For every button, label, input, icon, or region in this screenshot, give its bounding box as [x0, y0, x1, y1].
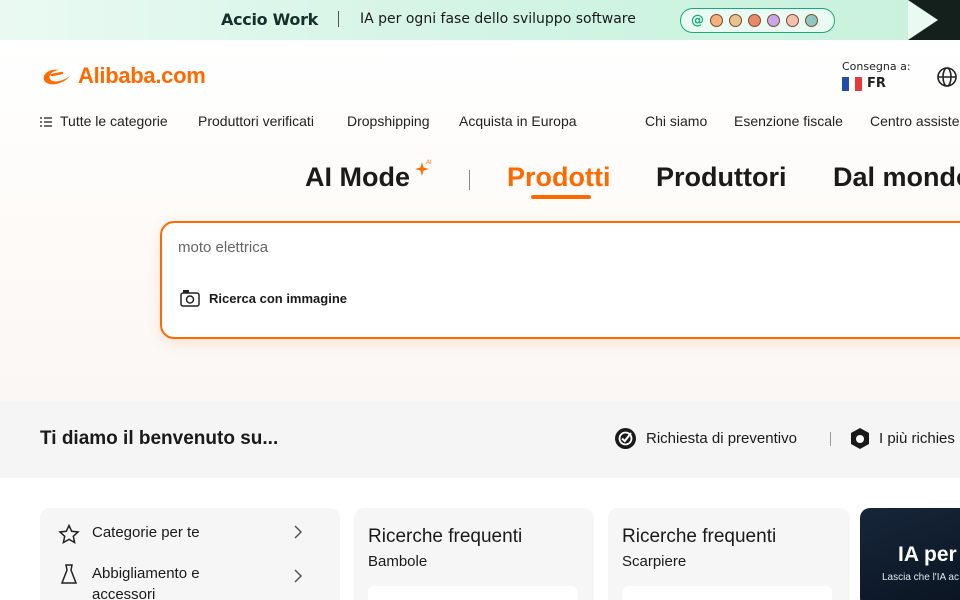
doll-image — [368, 586, 578, 600]
most-requested-link[interactable]: I più richies — [850, 427, 955, 450]
nav-all-categories[interactable]: Tutte le categorie — [60, 113, 168, 129]
avatar-icon — [729, 14, 742, 27]
tab-worldwide[interactable]: Dal mondo — [833, 162, 960, 193]
search-box[interactable]: Ricerca con immagine — [160, 221, 960, 339]
country-code: FR — [867, 76, 886, 91]
category-clothing-label: Abbigliamento e accessori — [92, 563, 200, 600]
category-clothing-line2: accessori — [92, 586, 156, 600]
tab-ai-mode[interactable]: AI Mode — [305, 162, 410, 193]
promo-avatar-pill[interactable]: @ — [680, 8, 835, 33]
ai-promo-card[interactable]: IA per Lascia che l'IA ac — [860, 508, 960, 600]
target-check-icon — [615, 428, 636, 449]
frequent-searches-card[interactable]: Ricerche frequenti Scarpiere — [608, 508, 850, 600]
nav-help-center[interactable]: Centro assiste — [870, 113, 959, 129]
ai-card-subtitle: Lascia che l'IA ac — [882, 572, 959, 583]
ai-card-title: IA per — [898, 543, 957, 566]
promo-text: IA per ogni fase dello sviluppo software — [360, 11, 636, 27]
image-search-label: Ricerca con immagine — [209, 290, 347, 306]
camera-icon — [180, 290, 200, 307]
frequent-searches-subtitle: Bambole — [368, 553, 428, 570]
dress-icon — [60, 564, 78, 584]
alibaba-logo-icon — [43, 69, 70, 85]
chevron-right-icon — [908, 0, 938, 40]
category-for-you[interactable]: Categorie per te — [58, 524, 303, 544]
image-search-button[interactable]: Ricerca con immagine — [180, 289, 347, 307]
tab-divider — [469, 170, 470, 190]
avatar-icon — [767, 14, 780, 27]
nav-dropshipping[interactable]: Dropshipping — [347, 113, 430, 129]
star-icon — [58, 524, 80, 544]
avatar-icon — [786, 14, 799, 27]
avatar-icon — [748, 14, 761, 27]
frequent-searches-title: Ricerche frequenti — [368, 526, 523, 547]
nav-tax-exemption[interactable]: Esenzione fiscale — [734, 113, 843, 129]
active-tab-underline — [531, 195, 591, 199]
medal-icon — [851, 428, 869, 449]
quote-request-label: Richiesta di preventivo — [646, 430, 797, 447]
deliver-country-selector[interactable]: FR — [842, 76, 886, 91]
globe-icon[interactable] — [936, 66, 958, 88]
promo-arrow-button[interactable] — [908, 0, 960, 40]
category-clothing[interactable]: Abbigliamento e accessori — [58, 563, 303, 600]
deliver-to-label: Consegna a: — [842, 60, 911, 73]
ai-badge: AI — [426, 160, 432, 166]
frequent-searches-title: Ricerche frequenti — [622, 526, 777, 547]
nav-verified-manufacturers[interactable]: Produttori verificati — [198, 113, 314, 129]
quote-request-link[interactable]: Richiesta di preventivo — [614, 427, 797, 450]
nav-about-us[interactable]: Chi siamo — [645, 113, 707, 129]
at-icon: @ — [691, 13, 704, 28]
search-input[interactable] — [178, 239, 778, 256]
tab-manufacturers[interactable]: Produttori — [656, 162, 786, 193]
chevron-right-icon — [294, 525, 303, 539]
search-mode-tabs: AI Mode AI Prodotti Produttori Dal mondo — [0, 160, 960, 202]
welcome-title: Ti diamo il benvenuto su... — [40, 428, 279, 449]
chevron-right-icon — [294, 569, 303, 583]
category-for-you-label: Categorie per te — [92, 524, 200, 541]
quick-link-divider — [830, 432, 831, 446]
categories-card: Categorie per te Abbigliamento e accesso… — [40, 508, 340, 600]
promo-divider — [338, 11, 339, 27]
product-image[interactable] — [622, 586, 832, 600]
avatar-icon — [805, 14, 818, 27]
promo-banner[interactable]: Accio Work IA per ogni fase dello svilup… — [0, 0, 960, 40]
tab-products[interactable]: Prodotti — [507, 162, 610, 193]
promo-brand: Accio Work — [221, 10, 319, 29]
frequent-searches-subtitle: Scarpiere — [622, 553, 687, 570]
most-requested-label: I più richies — [879, 430, 955, 447]
product-image[interactable] — [368, 586, 578, 600]
logo-text: Alibaba.com — [78, 63, 206, 88]
flag-fr-icon — [842, 76, 863, 91]
alibaba-logo[interactable]: Alibaba.com — [40, 63, 206, 89]
top-nav: Tutte le categorie Produttori verificati… — [40, 113, 960, 133]
frequent-searches-card[interactable]: Ricerche frequenti Bambole — [354, 508, 594, 600]
category-clothing-line1: Abbigliamento e — [92, 565, 200, 582]
avatar-icon — [710, 14, 723, 27]
ai-sparkle-icon: AI — [415, 160, 432, 176]
nav-buy-in-europe[interactable]: Acquista in Europa — [459, 113, 577, 129]
menu-icon — [40, 117, 52, 127]
